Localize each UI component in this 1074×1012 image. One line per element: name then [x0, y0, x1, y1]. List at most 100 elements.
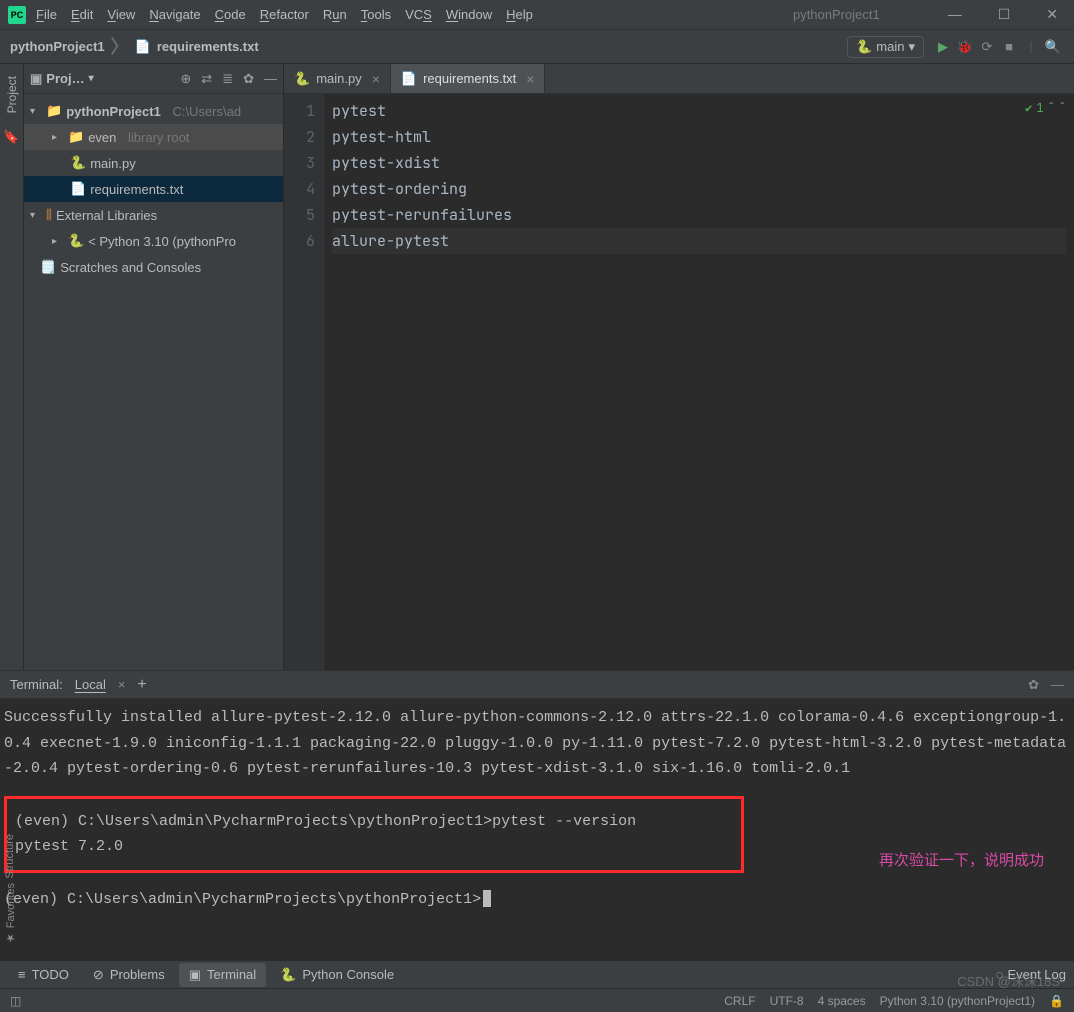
tree-file-requirements[interactable]: 📄 requirements.txt	[24, 176, 283, 202]
close-icon[interactable]: ×	[372, 71, 380, 87]
status-line-ending[interactable]: CRLF	[724, 994, 755, 1008]
menu-code[interactable]: Code	[215, 7, 246, 22]
terminal-tab-local[interactable]: Local	[75, 677, 106, 692]
menu-window[interactable]: Window	[446, 7, 492, 22]
structure-tool-button[interactable]: Structure	[4, 834, 16, 879]
left-bottom-gutter: Structure ★ Favorites	[0, 830, 24, 948]
expand-arrow-icon[interactable]: ▸	[52, 132, 64, 143]
terminal-prompt[interactable]: (even) C:\Users\admin\PycharmProjects\py…	[4, 887, 1070, 913]
menu-file[interactable]: File	[36, 7, 57, 22]
terminal-body[interactable]: Successfully installed allure-pytest-2.1…	[0, 699, 1074, 960]
gear-icon[interactable]: ✿	[243, 71, 254, 87]
left-tool-gutter: Project 🔖	[0, 64, 24, 670]
menu-navigate[interactable]: Navigate	[149, 7, 200, 22]
terminal-header: Terminal: Local × + ✿ —	[0, 671, 1074, 699]
tree-python-sdk[interactable]: ▸ 🐍 < Python 3.10 (pythonPro	[24, 228, 283, 254]
close-icon[interactable]: ×	[526, 71, 534, 87]
menu-vcs[interactable]: VCS	[405, 7, 432, 22]
cursor-icon	[483, 890, 491, 907]
menu-run[interactable]: Run	[323, 7, 347, 22]
bookmark-icon[interactable]: 🔖	[3, 129, 19, 145]
add-terminal-button[interactable]: +	[137, 676, 146, 694]
terminal-panel: Terminal: Local × + ✿ — Successfully ins…	[0, 670, 1074, 960]
window-close[interactable]: ✕	[1038, 6, 1066, 23]
breadcrumb-project[interactable]: pythonProject1	[10, 39, 105, 54]
run-coverage-button[interactable]: ⟳	[976, 39, 998, 55]
lock-icon[interactable]: 🔒	[1049, 994, 1064, 1008]
select-opened-icon[interactable]: ⇄	[201, 71, 212, 87]
search-button[interactable]: 🔍	[1042, 39, 1064, 55]
expand-arrow-icon[interactable]: ▸	[52, 236, 64, 247]
locate-icon[interactable]: ⊕	[180, 71, 191, 87]
folder-icon: 📁	[68, 129, 84, 145]
expand-arrow-icon[interactable]: ▾	[30, 106, 42, 117]
text-file-icon: 📄	[401, 71, 417, 87]
menu-view[interactable]: View	[107, 7, 135, 22]
annotation-highlight: (even) C:\Users\admin\PycharmProjects\py…	[4, 796, 744, 873]
expand-arrow-icon[interactable]: ▾	[30, 210, 42, 221]
run-config-selector[interactable]: 🐍 main ▾	[847, 36, 924, 58]
todo-icon: ≡	[18, 967, 26, 982]
run-config-name: main	[876, 39, 904, 54]
debug-button[interactable]: 🐞	[954, 39, 976, 55]
tab-requirements[interactable]: 📄 requirements.txt ×	[391, 64, 546, 93]
titlebar: PC File Edit View Navigate Code Refactor…	[0, 0, 1074, 30]
run-button[interactable]: ▶	[932, 39, 954, 55]
hide-panel-icon[interactable]: —	[1051, 677, 1064, 692]
tree-project-root[interactable]: ▾ 📁 pythonProject1 C:\Users\ad	[24, 98, 283, 124]
libraries-icon: ⫼	[46, 207, 52, 223]
tool-tab-problems[interactable]: ⊘Problems	[83, 963, 175, 987]
breadcrumb[interactable]: pythonProject1 〉 📄 requirements.txt	[10, 38, 259, 56]
tree-folder-even[interactable]: ▸ 📁 even library root	[24, 124, 283, 150]
favorites-tool-button[interactable]: ★ Favorites	[4, 883, 17, 944]
tool-tab-terminal[interactable]: ▣Terminal	[179, 963, 266, 987]
statusbar: ◫ CRLF UTF-8 4 spaces Python 3.10 (pytho…	[0, 988, 1074, 1012]
menu-help[interactable]: Help	[506, 7, 533, 22]
collapse-icon[interactable]: ≣	[222, 71, 233, 87]
terminal-output: Successfully installed allure-pytest-2.1…	[4, 705, 1070, 782]
line-gutter: 123456	[284, 94, 324, 670]
project-panel-header: ▣ Proj… ▾ ⊕ ⇄ ≣ ✿ —	[24, 64, 283, 94]
tree-scratches[interactable]: 🗒️ Scratches and Consoles	[24, 254, 283, 280]
hide-icon[interactable]: —	[264, 71, 277, 87]
code-content[interactable]: pytest pytest-html pytest-xdist pytest-o…	[324, 94, 1074, 670]
tree-external-libraries[interactable]: ▾ ⫼ External Libraries	[24, 202, 283, 228]
status-indent[interactable]: 4 spaces	[818, 994, 866, 1008]
menu-tools[interactable]: Tools	[361, 7, 391, 22]
python-icon: 🐍	[280, 967, 296, 983]
project-tool-button[interactable]: Project	[5, 76, 19, 113]
editor-inspection-status[interactable]: ✔ 1 ˆ ˇ	[1025, 100, 1066, 116]
watermark: CSDN @沫沫18S	[957, 971, 1060, 990]
statusbar-windows-icon[interactable]: ◫	[10, 994, 21, 1008]
breadcrumb-file[interactable]: requirements.txt	[157, 39, 259, 54]
window-minimize[interactable]: —	[940, 6, 970, 23]
folder-icon: ▣	[30, 71, 42, 87]
chevron-down-icon: ▾	[908, 39, 915, 55]
stop-button[interactable]: ■	[998, 39, 1020, 54]
chevron-down-icon[interactable]: ˇ	[1059, 100, 1066, 116]
divider: |	[1020, 39, 1042, 54]
tool-tab-todo[interactable]: ≡TODO	[8, 963, 79, 986]
scratches-icon: 🗒️	[40, 259, 56, 275]
tool-tab-python-console[interactable]: 🐍Python Console	[270, 963, 404, 987]
status-encoding[interactable]: UTF-8	[770, 994, 804, 1008]
folder-icon: 📁	[46, 103, 62, 119]
close-tab-icon[interactable]: ×	[118, 677, 126, 692]
window-title: pythonProject1	[793, 7, 880, 22]
python-icon: 🐍	[856, 39, 872, 55]
menu-refactor[interactable]: Refactor	[260, 7, 309, 22]
project-tree: ▾ 📁 pythonProject1 C:\Users\ad ▸ 📁 even …	[24, 94, 283, 284]
chevron-up-icon[interactable]: ˆ	[1048, 100, 1055, 116]
tree-file-main[interactable]: 🐍 main.py	[24, 150, 283, 176]
code-editor[interactable]: 123456 pytest pytest-html pytest-xdist p…	[284, 94, 1074, 670]
editor-tabs: 🐍 main.py × 📄 requirements.txt ×	[284, 64, 1074, 94]
python-icon: 🐍	[70, 155, 86, 171]
app-icon: PC	[8, 6, 26, 24]
menu-edit[interactable]: Edit	[71, 7, 93, 22]
window-maximize[interactable]: ☐	[990, 6, 1019, 23]
annotation-text: 再次验证一下，说明成功	[879, 849, 1044, 875]
project-panel-title[interactable]: ▣ Proj… ▾	[30, 71, 94, 87]
tab-main-py[interactable]: 🐍 main.py ×	[284, 64, 391, 93]
gear-icon[interactable]: ✿	[1028, 677, 1039, 693]
status-sdk[interactable]: Python 3.10 (pythonProject1)	[880, 994, 1035, 1008]
